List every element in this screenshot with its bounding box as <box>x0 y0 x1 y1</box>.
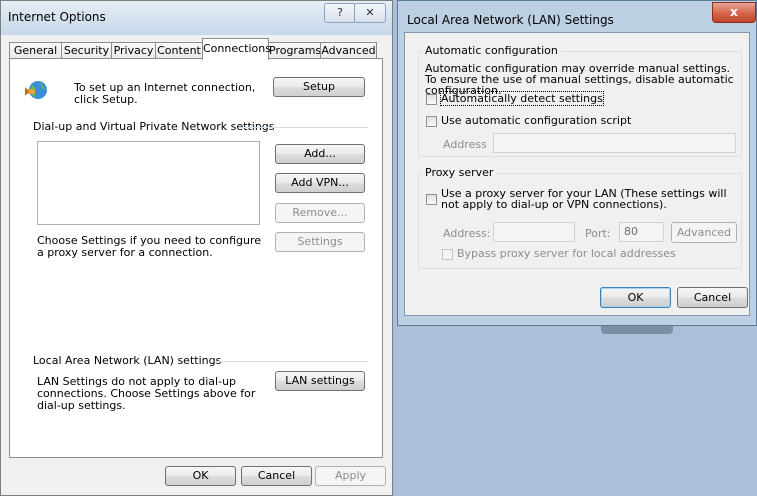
divider <box>215 361 368 362</box>
script-address-label: Address <box>443 138 487 151</box>
divider <box>239 127 368 128</box>
setup-description: To set up an Internet connection, click … <box>74 81 256 106</box>
remove-button[interactable]: Remove... <box>275 203 365 223</box>
apply-button[interactable]: Apply <box>315 466 386 486</box>
setup-button[interactable]: Setup <box>273 77 365 97</box>
add-vpn-button[interactable]: Add VPN... <box>275 173 365 193</box>
proxy-address-field[interactable] <box>493 222 575 242</box>
window-title: Local Area Network (LAN) Settings <box>407 13 614 27</box>
add-button[interactable]: Add... <box>275 144 365 164</box>
close-icon: ✕ <box>365 6 375 19</box>
window-title: Internet Options <box>8 10 106 24</box>
help-icon: ? <box>337 6 343 19</box>
tab-programs[interactable]: Programs <box>268 42 321 59</box>
tab-privacy[interactable]: Privacy <box>111 42 156 59</box>
auto-script-checkbox[interactable] <box>426 116 437 127</box>
close-button[interactable]: x <box>712 2 756 23</box>
script-address-field[interactable] <box>493 133 736 153</box>
lan-settings-heading: Local Area Network (LAN) settings <box>33 354 222 367</box>
tab-security[interactable]: Security <box>61 42 112 59</box>
help-button[interactable]: ? <box>324 3 356 23</box>
bypass-local-label[interactable]: Bypass proxy server for local addresses <box>457 247 676 260</box>
auto-detect-checkbox[interactable] <box>426 94 437 105</box>
tab-general[interactable]: General <box>9 42 62 59</box>
close-icon: x <box>730 5 738 19</box>
lan-description: LAN Settings do not apply to dial-up con… <box>37 375 256 412</box>
background-window-edge <box>601 326 673 334</box>
auto-detect-label[interactable]: Automatically detect settings <box>440 91 604 106</box>
ok-button[interactable]: OK <box>600 287 671 308</box>
close-button[interactable]: ✕ <box>354 3 386 23</box>
globe-network-icon <box>24 79 48 103</box>
lan-settings-button[interactable]: LAN settings <box>275 371 365 391</box>
tab-advanced[interactable]: Advanced <box>320 42 377 59</box>
port-label: Port: <box>585 227 611 240</box>
ok-button[interactable]: OK <box>165 466 236 486</box>
title-bar[interactable]: Internet Options ? ✕ <box>1 1 392 35</box>
settings-description: Choose Settings if you need to configure… <box>37 234 262 259</box>
cancel-button[interactable]: Cancel <box>241 466 312 486</box>
proxy-server-heading: Proxy server <box>422 166 497 179</box>
tab-connections[interactable]: Connections <box>202 38 271 60</box>
proxy-address-label: Address: <box>443 227 491 240</box>
settings-button[interactable]: Settings <box>275 232 365 252</box>
lan-settings-body: Automatic configuration Automatic config… <box>404 32 750 316</box>
advanced-button[interactable]: Advanced <box>671 222 737 243</box>
auto-script-label[interactable]: Use automatic configuration script <box>441 114 631 127</box>
port-field[interactable]: 80 <box>619 222 664 242</box>
use-proxy-label[interactable]: Use a proxy server for your LAN (These s… <box>441 188 741 210</box>
tab-content[interactable]: Content <box>155 42 203 59</box>
bypass-local-checkbox[interactable] <box>442 249 453 260</box>
automatic-configuration-heading: Automatic configuration <box>422 44 561 57</box>
desktop-background <box>394 326 757 496</box>
cancel-button[interactable]: Cancel <box>677 287 748 308</box>
connections-panel: To set up an Internet connection, click … <box>9 58 383 458</box>
connections-list[interactable] <box>37 141 260 225</box>
use-proxy-checkbox[interactable] <box>426 194 437 205</box>
